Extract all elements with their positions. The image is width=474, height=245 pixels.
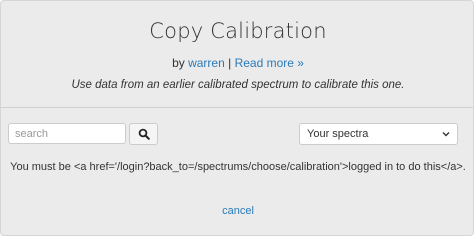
search-button[interactable]	[129, 123, 158, 145]
byline: by warren | Read more »	[1, 56, 474, 70]
author-link[interactable]: warren	[188, 56, 225, 70]
divider	[1, 107, 473, 108]
dialog-title: Copy Calibration	[149, 19, 327, 43]
spectra-select[interactable]: Your spectra	[299, 123, 458, 145]
cancel-link[interactable]: cancel	[1, 205, 474, 217]
copy-calibration-dialog: Copy Calibration by warren | Read more »…	[0, 0, 474, 236]
read-more-link[interactable]: Read more »	[235, 56, 304, 70]
chevron-down-icon	[442, 132, 450, 137]
byline-prefix: by	[172, 56, 189, 70]
search-icon	[138, 128, 150, 140]
spectra-select-value: Your spectra	[307, 128, 369, 140]
login-required-message: You must be <a href='/login?back_to=/spe…	[10, 161, 466, 173]
dialog-description: Use data from an earlier calibrated spec…	[71, 79, 405, 91]
search-input[interactable]: search	[8, 123, 126, 144]
byline-separator: |	[224, 56, 235, 70]
search-placeholder: search	[15, 128, 49, 140]
